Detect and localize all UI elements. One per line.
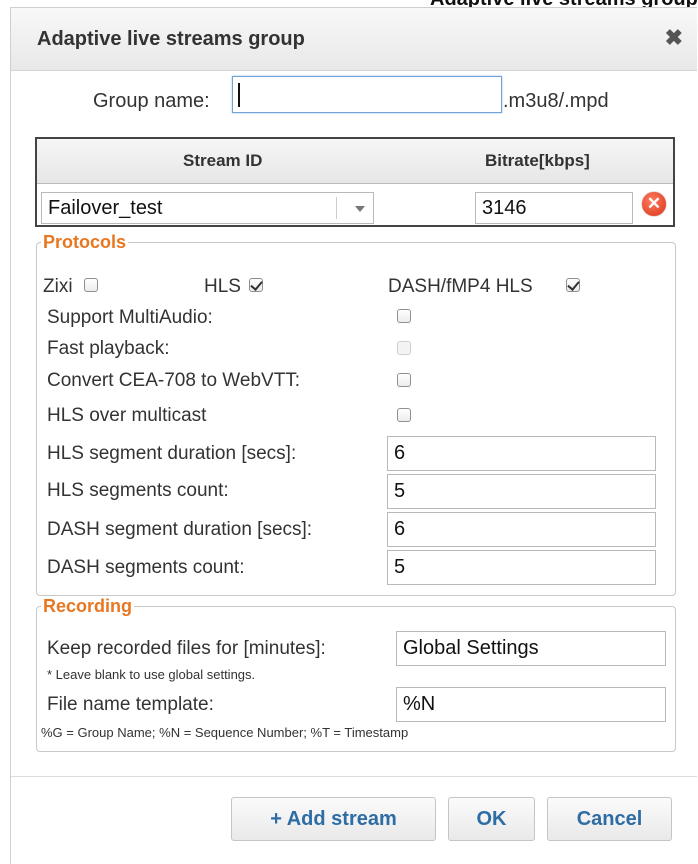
stream-id-value: Failover_test — [48, 197, 163, 219]
convert-cea-label: Convert CEA-708 to WebVTT: — [47, 370, 301, 391]
footer-divider — [11, 776, 697, 777]
ok-button[interactable]: OK — [448, 797, 535, 841]
bitrate-value: 3146 — [482, 197, 527, 219]
add-stream-button[interactable]: + Add stream — [231, 797, 436, 841]
remove-stream-icon[interactable]: ✕ — [642, 192, 666, 216]
dash-seg-count-label: DASH segments count: — [47, 557, 245, 578]
chevron-down-icon — [355, 206, 365, 212]
fast-playback-label: Fast playback: — [47, 338, 170, 359]
file-template-value: %N — [403, 693, 436, 715]
group-name-input[interactable] — [232, 76, 502, 113]
dash-checkbox[interactable] — [566, 278, 580, 292]
streams-table-header: Stream ID Bitrate[kbps] — [37, 139, 673, 184]
stream-id-header: Stream ID — [183, 151, 263, 170]
bitrate-header: Bitrate[kbps] — [485, 151, 590, 170]
checkmark-icon — [567, 278, 580, 291]
protocols-legend: Protocols — [43, 232, 127, 252]
file-template-input[interactable]: %N — [396, 687, 666, 722]
hls-seg-count-value: 5 — [394, 480, 406, 502]
close-icon[interactable]: ✖ — [665, 27, 683, 49]
convert-cea-checkbox[interactable] — [397, 373, 411, 387]
hls-seg-duration-input[interactable]: 6 — [387, 436, 656, 471]
dash-seg-duration-input[interactable]: 6 — [387, 512, 656, 547]
dash-seg-duration-value: 6 — [394, 518, 406, 540]
keep-recorded-label: Keep recorded files for [minutes]: — [47, 638, 326, 659]
stream-id-select[interactable]: Failover_test — [41, 192, 374, 224]
dash-label: DASH/fMP4 HLS — [388, 276, 533, 297]
keep-recorded-value: Global Settings — [403, 637, 539, 659]
dash-seg-count-value: 5 — [394, 556, 406, 578]
hls-multicast-label: HLS over multicast — [47, 405, 207, 426]
keep-recorded-input[interactable]: Global Settings — [396, 631, 666, 666]
hls-multicast-checkbox[interactable] — [397, 408, 411, 422]
zixi-label: Zixi — [43, 276, 73, 297]
zixi-checkbox[interactable] — [84, 278, 98, 292]
hls-seg-count-label: HLS segments count: — [47, 480, 229, 501]
keep-recorded-note: * Leave blank to use global settings. — [47, 667, 256, 682]
hls-seg-count-input[interactable]: 5 — [387, 474, 656, 509]
hls-seg-duration-label: HLS segment duration [secs]: — [47, 443, 297, 464]
group-name-label: Group name: — [93, 90, 210, 112]
checkmark-icon — [250, 278, 263, 291]
cancel-button[interactable]: Cancel — [547, 797, 672, 841]
file-template-label: File name template: — [47, 694, 214, 715]
hls-checkbox[interactable] — [249, 278, 263, 292]
recording-legend: Recording — [43, 596, 133, 616]
support-multiaudio-checkbox[interactable] — [397, 309, 411, 323]
fast-playback-checkbox — [397, 341, 411, 355]
bitrate-input[interactable]: 3146 — [475, 192, 633, 224]
hls-seg-duration-value: 6 — [394, 442, 406, 464]
dash-seg-count-input[interactable]: 5 — [387, 550, 656, 585]
dialog-title: Adaptive live streams group — [37, 28, 305, 50]
hls-label: HLS — [204, 276, 241, 297]
streams-table: Stream ID Bitrate[kbps] Failover_test 31… — [35, 137, 675, 227]
select-separator — [336, 197, 337, 219]
dash-seg-duration-label: DASH segment duration [secs]: — [47, 519, 313, 540]
adaptive-group-dialog: Adaptive live streams group ✖ Group name… — [10, 7, 697, 864]
group-name-suffix: .m3u8/.mpd — [503, 90, 609, 112]
support-multiaudio-label: Support MultiAudio: — [47, 307, 213, 328]
file-template-note: %G = Group Name; %N = Sequence Number; %… — [41, 725, 409, 740]
text-cursor — [238, 83, 240, 107]
dialog-titlebar: Adaptive live streams group ✖ — [11, 8, 697, 71]
